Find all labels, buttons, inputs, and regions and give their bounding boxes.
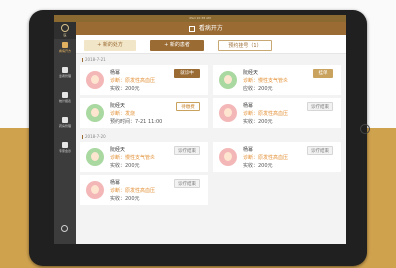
patient-card[interactable]: 杨幂 诊断：原发性高血压 实收：200元 就诊中 [80,65,208,95]
new-patient-button[interactable]: + 新的患者 [150,40,204,51]
patient-card[interactable]: 阮经天 诊断：发烧 预约时间：7-21 11:00 待缴费 [80,98,208,128]
payment-info: 实收：200元 [243,119,273,125]
prescribe-icon [62,42,68,48]
date-marker [82,58,83,62]
payment-info: 实收：200元 [243,163,273,169]
avatar [86,104,104,122]
logo-text: 医 [63,33,67,37]
diagnosis: 诊断：原发性高血压 [110,78,156,84]
date-header: 2018-7-21 [82,57,106,62]
status-button[interactable]: 诊疗结束 [174,179,200,188]
status-button[interactable]: 就诊中 [174,69,200,78]
sidebar-item-label: 统计报表 [58,99,71,103]
header-bar: 看病开方 [76,22,346,35]
avatar [219,148,237,166]
toolbar: + 新的处方 + 新的患者 预约挂号（1） [76,35,346,54]
patient-name: 杨幂 [110,180,121,186]
status-button[interactable]: 待缴费 [176,102,200,111]
date-header: 2018-7-20 [82,134,106,139]
payment-info: 实收：200元 [110,86,140,92]
appointment-time: 预约时间：7-21 11:00 [110,119,163,125]
patient-name: 阮经天 [243,70,259,76]
avatar-face [91,152,99,161]
diagnosis: 诊断：慢性支气管炎 [243,78,289,84]
avatar-face [91,75,99,84]
avatar [86,71,104,89]
patient-name: 杨幂 [243,103,254,109]
patient-name: 阮经天 [110,103,126,109]
avatar-face [224,75,232,84]
status-button[interactable]: 诊疗结束 [174,146,200,155]
gear-icon[interactable] [61,225,68,232]
avatar-face [224,152,232,161]
sidebar-item-label: 患者管理 [58,74,71,78]
home-button[interactable] [360,124,370,134]
status-button[interactable]: 挂单 [313,69,333,78]
payment-info: 应收：200元 [243,86,273,92]
sidebar-item-consult[interactable]: 专家会诊 [54,142,76,153]
patients-icon [62,67,68,73]
status-button[interactable]: 诊疗结束 [307,146,333,155]
appointment-button[interactable]: 预约挂号（1） [218,40,272,51]
patient-card[interactable]: 杨幂 诊断：原发性高血压 实收：200元 诊疗结束 [80,175,208,205]
date-marker [82,135,83,139]
diagnosis: 诊断：原发性高血压 [243,111,289,117]
date-text: 2018-7-21 [85,57,106,62]
patient-list: 2018-7-21 杨幂 诊断：原发性高血压 实收：200元 就诊中 阮经天 诊… [76,54,346,244]
patient-name: 杨幂 [110,70,121,76]
sidebar-item-label: 看病开方 [58,49,71,53]
sidebar: 医 看病开方 患者管理 统计报表 药房管理 专家会诊 [54,22,76,244]
diagnosis: 诊断：发烧 [110,111,136,117]
payment-info: 实收：200元 [110,196,140,202]
status-bar: iPad 10:38 AM [54,15,346,22]
sidebar-item-pharmacy[interactable]: 药房管理 [54,117,76,128]
avatar [219,104,237,122]
patient-name: 杨幂 [243,147,254,153]
diagnosis: 诊断：慢性支气管炎 [110,155,156,161]
avatar [86,148,104,166]
page-title: 看病开方 [198,25,223,32]
consult-icon [62,142,68,148]
sidebar-item-label: 专家会诊 [58,149,71,153]
avatar [219,71,237,89]
sidebar-item-patients[interactable]: 患者管理 [54,67,76,78]
logo-icon [61,24,69,32]
diagnosis: 诊断：原发性高血压 [243,155,289,161]
avatar-face [91,185,99,194]
app-screen: iPad 10:38 AM 医 看病开方 患者管理 统计报表 药房管理 专家会诊 [54,15,346,244]
reports-icon [62,92,68,98]
patient-card[interactable]: 阮经天 诊断：慢性支气管炎 实收：200元 诊疗结束 [80,142,208,172]
patient-card[interactable]: 杨幂 诊断：原发性高血压 实收：200元 诊疗结束 [213,142,341,172]
patient-card[interactable]: 阮经天 诊断：慢性支气管炎 应收：200元 挂单 [213,65,341,95]
sidebar-item-label: 药房管理 [58,124,71,128]
payment-info: 实收：200元 [110,163,140,169]
avatar-face [91,108,99,117]
avatar [86,181,104,199]
prescription-icon [189,25,195,32]
new-prescription-button[interactable]: + 新的处方 [84,40,136,51]
date-text: 2018-7-20 [85,134,106,139]
patient-card[interactable]: 杨幂 诊断：原发性高血压 实收：200元 诊疗结束 [213,98,341,128]
page-title-wrap: 看病开方 [189,22,223,35]
patient-name: 阮经天 [110,147,126,153]
avatar-face [224,108,232,117]
sidebar-item-prescribe[interactable]: 看病开方 [54,42,76,53]
status-button[interactable]: 诊疗结束 [307,102,333,111]
app-logo: 医 [54,22,76,39]
diagnosis: 诊断：原发性高血压 [110,188,156,194]
pharmacy-icon [62,117,68,123]
sidebar-item-reports[interactable]: 统计报表 [54,92,76,103]
